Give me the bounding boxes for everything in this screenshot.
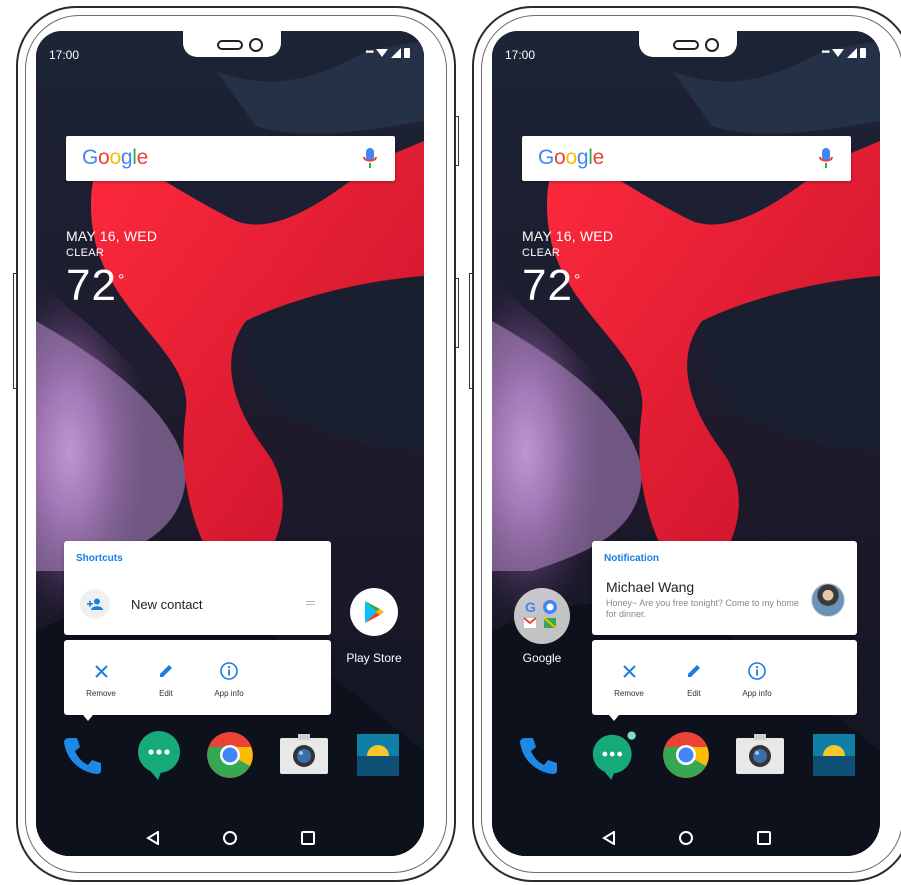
actions-card: Remove Edit App info — [64, 640, 331, 715]
play-store-label: Play Store — [346, 651, 402, 665]
weather-temperature: 72 — [66, 261, 117, 310]
play-store-icon[interactable] — [350, 588, 398, 636]
google-folder-icon[interactable]: G — [514, 588, 570, 644]
signal-icon — [847, 47, 857, 58]
signal-icon — [391, 47, 401, 58]
weather-widget[interactable]: MAY 16, WED CLEAR 72 ° — [66, 228, 157, 311]
home-icon[interactable] — [220, 828, 240, 848]
drag-handle-icon[interactable] — [306, 601, 315, 605]
microphone-icon[interactable] — [363, 148, 377, 170]
phone-icon[interactable] — [58, 731, 106, 779]
pencil-icon — [664, 660, 724, 682]
back-icon[interactable] — [598, 828, 618, 848]
app-info-button[interactable]: App info — [199, 660, 259, 698]
gallery-icon[interactable] — [354, 731, 402, 779]
display-notch — [639, 31, 737, 57]
recents-icon[interactable] — [298, 828, 318, 848]
home-icon[interactable] — [676, 828, 696, 848]
edit-button[interactable]: Edit — [664, 660, 724, 698]
app-info-button[interactable]: App info — [727, 660, 787, 698]
battery-icon — [404, 47, 410, 58]
close-icon — [599, 660, 659, 682]
edit-label: Edit — [159, 689, 173, 698]
remove-button[interactable]: Remove — [599, 660, 659, 698]
messages-icon[interactable] — [591, 730, 639, 780]
close-icon — [71, 660, 131, 682]
notification-sender: Michael Wang — [606, 579, 695, 595]
microphone-icon[interactable] — [819, 148, 833, 170]
more-dots-icon: ••• — [365, 47, 373, 58]
edit-button[interactable]: Edit — [136, 660, 196, 698]
chrome-icon[interactable] — [206, 731, 254, 779]
status-time: 17:00 — [505, 48, 536, 62]
front-camera — [705, 38, 719, 52]
phone-frame-right: 17:00 ••• Google MAY 16, WED CLEAR 72 ° — [469, 6, 901, 882]
navigation-bar — [492, 828, 880, 848]
app-info-label: App info — [214, 689, 244, 698]
edit-label: Edit — [687, 689, 701, 698]
side-button — [13, 273, 17, 389]
earpiece — [217, 40, 243, 50]
notification-card[interactable]: Notification Michael Wang Honey~ Are you… — [592, 541, 857, 635]
weather-date: MAY 16, WED — [66, 228, 158, 244]
recents-icon[interactable] — [754, 828, 774, 848]
info-icon — [727, 660, 787, 682]
camera-icon[interactable] — [736, 731, 784, 779]
remove-label: Remove — [614, 689, 644, 698]
wifi-icon — [376, 48, 388, 57]
home-screen: 17:00 ••• Google MAY 16, WED CLEAR 72 ° — [492, 31, 880, 856]
side-button — [455, 116, 459, 166]
pencil-icon — [136, 660, 196, 682]
phone-frame-left: 17:00 ••• Google MAY 16, WED CLEAR 72 ° — [13, 6, 459, 882]
google-logo: Google — [82, 146, 148, 169]
wifi-icon — [832, 48, 844, 57]
google-folder-label: Google — [522, 651, 562, 665]
svg-text:G: G — [525, 599, 536, 615]
avatar — [811, 583, 845, 617]
remove-button[interactable]: Remove — [71, 660, 131, 698]
degree-symbol: ° — [118, 272, 125, 289]
front-camera — [249, 38, 263, 52]
messages-icon[interactable] — [135, 731, 183, 780]
side-button — [469, 273, 473, 389]
notification-message: Honey~ Are you free tonight? Come to my … — [606, 598, 799, 619]
google-search-bar[interactable]: Google — [66, 136, 395, 181]
actions-card: Remove Edit App info — [592, 640, 857, 715]
status-time: 17:00 — [49, 48, 80, 62]
card-title: Shortcuts — [76, 553, 123, 564]
status-icons: ••• — [365, 47, 410, 58]
chrome-icon[interactable] — [662, 731, 710, 779]
weather-date: MAY 16, WED — [522, 228, 614, 244]
info-icon — [199, 660, 259, 682]
weather-condition: CLEAR — [522, 247, 561, 259]
earpiece — [673, 40, 699, 50]
remove-label: Remove — [86, 689, 116, 698]
back-icon[interactable] — [142, 828, 162, 848]
weather-widget[interactable]: MAY 16, WED CLEAR 72 ° — [522, 228, 613, 311]
popup-pointer — [83, 715, 93, 721]
battery-icon — [860, 47, 866, 58]
google-search-bar[interactable]: Google — [522, 136, 851, 181]
add-contact-icon — [80, 589, 110, 619]
app-info-label: App info — [742, 689, 772, 698]
status-icons: ••• — [821, 47, 866, 58]
weather-temperature: 72 — [522, 261, 573, 310]
card-title: Notification — [604, 553, 659, 564]
gallery-icon[interactable] — [810, 731, 858, 779]
home-screen: 17:00 ••• Google MAY 16, WED CLEAR 72 ° — [36, 31, 424, 856]
more-dots-icon: ••• — [821, 47, 829, 58]
degree-symbol: ° — [574, 272, 581, 289]
popup-pointer — [609, 715, 619, 721]
shortcuts-card: Shortcuts New contact — [64, 541, 331, 635]
display-notch — [183, 31, 281, 57]
camera-icon[interactable] — [280, 731, 328, 779]
google-logo: Google — [538, 146, 604, 169]
side-button — [455, 278, 459, 348]
navigation-bar — [36, 828, 424, 848]
shortcut-new-contact[interactable]: New contact — [131, 597, 203, 612]
weather-condition: CLEAR — [66, 247, 105, 259]
phone-icon[interactable] — [514, 731, 562, 779]
